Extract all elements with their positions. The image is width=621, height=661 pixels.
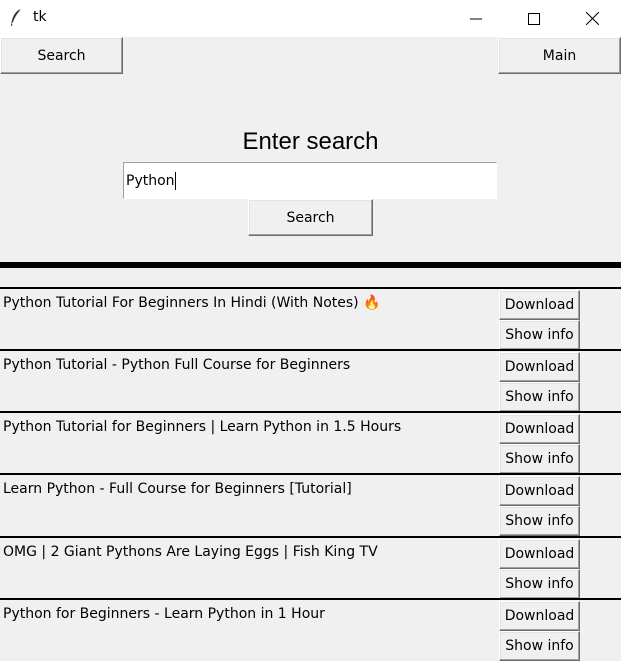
search-tab-button[interactable]: Search — [0, 37, 123, 74]
result-title: Python Tutorial for Beginners | Learn Py… — [3, 419, 402, 435]
result-title: Python Tutorial - Python Full Course for… — [3, 357, 351, 373]
maximize-button[interactable] — [505, 0, 563, 37]
result-title: Learn Python - Full Course for Beginners… — [3, 481, 352, 497]
download-button[interactable]: Download — [499, 476, 580, 506]
show-info-button[interactable]: Show info — [499, 506, 580, 536]
result-title: OMG | 2 Giant Pythons Are Laying Eggs | … — [3, 544, 378, 560]
title-bar: tk — [0, 0, 621, 37]
result-row: Python Tutorial - Python Full Course for… — [0, 349, 621, 412]
download-button[interactable]: Download — [499, 290, 580, 320]
show-info-button[interactable]: Show info — [499, 569, 580, 599]
search-input-value: Python — [126, 172, 175, 189]
result-title: Python for Beginners - Learn Python in 1… — [3, 606, 325, 622]
download-button[interactable]: Download — [499, 539, 580, 569]
feather-icon — [11, 8, 22, 26]
search-button[interactable]: Search — [248, 199, 373, 236]
close-icon — [585, 12, 599, 25]
main-tab-button[interactable]: Main — [498, 37, 621, 74]
search-heading: Enter search — [242, 128, 379, 155]
maximize-icon — [528, 12, 540, 25]
download-button[interactable]: Download — [499, 601, 580, 631]
result-row: Learn Python - Full Course for Beginners… — [0, 473, 621, 536]
result-row: Python Tutorial for Beginners | Learn Py… — [0, 411, 621, 474]
download-button[interactable]: Download — [499, 352, 580, 382]
search-input[interactable]: Python — [123, 162, 497, 199]
close-button[interactable] — [563, 0, 621, 37]
result-title: Python Tutorial For Beginners In Hindi (… — [3, 295, 381, 311]
minimize-icon — [470, 18, 482, 19]
result-row: Python Tutorial For Beginners In Hindi (… — [0, 287, 621, 350]
window-title: tk — [33, 9, 47, 25]
show-info-button[interactable]: Show info — [499, 320, 580, 350]
show-info-button[interactable]: Show info — [499, 444, 580, 474]
show-info-button[interactable]: Show info — [499, 382, 580, 412]
download-button[interactable]: Download — [499, 414, 580, 444]
result-row: Python for Beginners - Learn Python in 1… — [0, 598, 621, 661]
divider — [0, 262, 621, 268]
result-row: OMG | 2 Giant Pythons Are Laying Eggs | … — [0, 536, 621, 599]
text-caret — [174, 171, 176, 190]
minimize-button[interactable] — [447, 0, 505, 37]
